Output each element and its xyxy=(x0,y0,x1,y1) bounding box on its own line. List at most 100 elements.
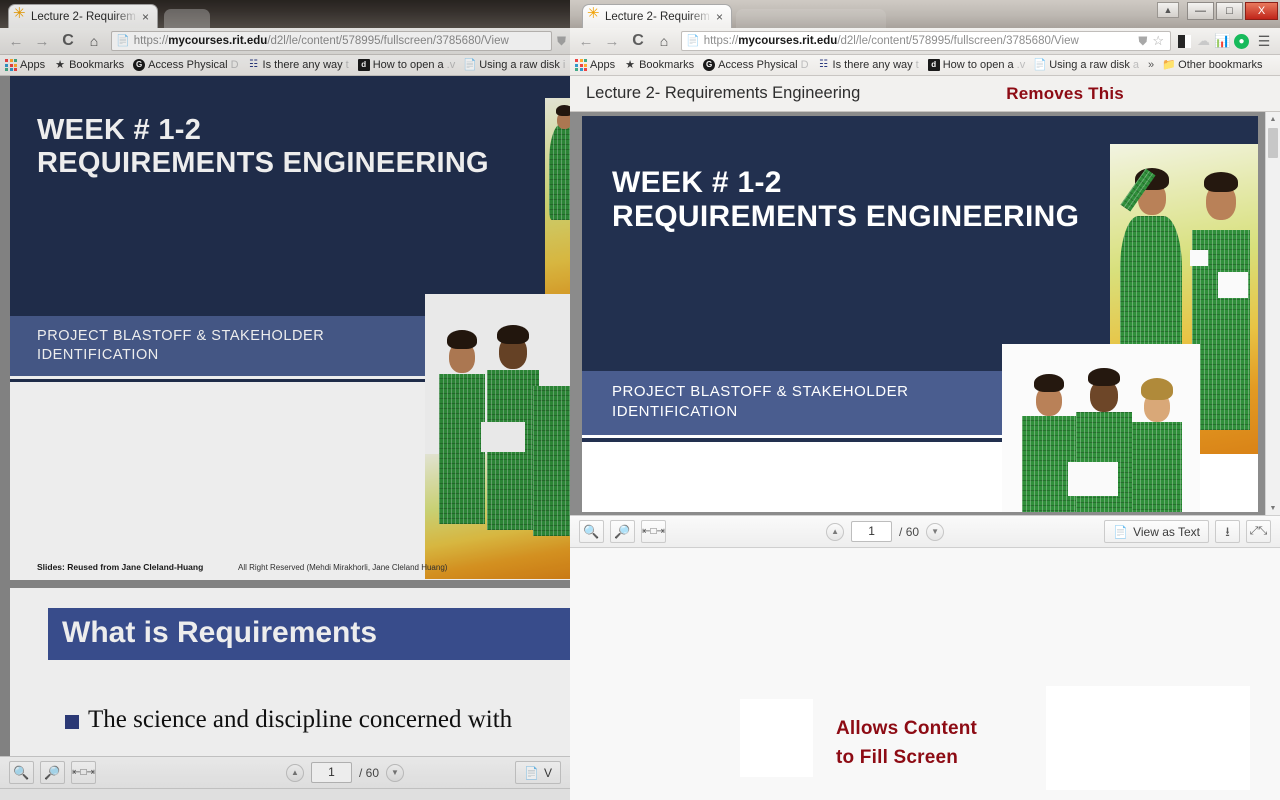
extension-cloud-icon[interactable]: ☁ xyxy=(1195,31,1212,51)
close-icon[interactable]: × xyxy=(142,11,152,23)
left-url-text: https://mycourses.rit.edu/d2l/le/content… xyxy=(133,35,509,47)
page-total-label: / 60 xyxy=(359,765,380,780)
pdf-vertical-scrollbar[interactable]: ▲ ▼ xyxy=(1265,112,1280,515)
zoom-out-icon[interactable]: 🔍 xyxy=(579,520,604,543)
minimize-button[interactable]: — xyxy=(1187,2,1214,20)
bookmark-access-physical[interactable]: G Access Physical D xyxy=(133,59,239,71)
page-up-button[interactable]: ▲ xyxy=(826,522,845,541)
zoom-in-icon[interactable]: 🔎 xyxy=(610,520,635,543)
zoom-in-icon[interactable]: 🔎 xyxy=(40,761,65,784)
bookmark-how-to-open[interactable]: d How to open a .v xyxy=(927,59,1025,71)
back-icon[interactable]: ← xyxy=(574,30,598,52)
left-tabstrip: Lecture 2- Requirem × xyxy=(0,0,570,28)
maximize-button[interactable]: □ xyxy=(1216,2,1243,20)
text-document-icon: 📄 xyxy=(524,765,539,780)
slide-1-title: WEEK # 1-2 REQUIREMENTS ENGINEERING xyxy=(37,114,489,180)
left-bottom-filler xyxy=(0,789,570,800)
text-document-icon: 📄 xyxy=(1113,524,1129,539)
left-toolbar-pager: ▲ 1 / 60 ▼ xyxy=(96,762,515,783)
page-number-input[interactable]: 1 xyxy=(851,521,893,542)
close-icon[interactable]: × xyxy=(716,11,726,23)
fullscreen-icon[interactable]: ⤢⤡ xyxy=(1246,520,1271,543)
chrome-circle-icon: G xyxy=(703,59,716,71)
bookmark-using-raw-disk[interactable]: 📄 Using a raw disk a xyxy=(1033,58,1139,71)
right-browser-tab[interactable]: Lecture 2- Requirem × xyxy=(582,4,732,28)
right-tab-title: Lecture 2- Requirem xyxy=(605,10,710,23)
right-pdf-toolbar: 🔍 🔎 ⇤□⇥ ▲ 1 / 60 ▼ 📄 View as Text ⭳ ⤢⤡ xyxy=(570,515,1280,548)
right-bookmarks-bar: Apps ★ Bookmarks G Access Physical D ☷ I… xyxy=(570,55,1280,76)
left-toolbar-right-group: 📄 V xyxy=(515,761,570,784)
bookmark-apps[interactable]: Apps xyxy=(575,59,615,71)
scroll-down-arrow-icon[interactable]: ▼ xyxy=(1266,501,1280,515)
apps-grid-icon xyxy=(5,59,17,71)
extension-green-circle-icon[interactable]: ● xyxy=(1233,31,1250,51)
left-pdf-area[interactable]: WEEK # 1-2 REQUIREMENTS ENGINEERING PROJ… xyxy=(0,76,570,756)
apps-grid-icon xyxy=(575,59,587,71)
slide-1-footer-left: Slides: Reused from Jane Cleland-Huang xyxy=(37,562,204,572)
page-down-button[interactable]: ▼ xyxy=(386,763,405,782)
fit-width-icon[interactable]: ⇤□⇥ xyxy=(71,761,96,784)
slide-2-title: What is Requirements xyxy=(62,616,378,649)
close-window-button[interactable]: X xyxy=(1245,2,1278,20)
left-tab-title: Lecture 2- Requirem xyxy=(31,10,136,23)
download-icon[interactable]: ⭳ xyxy=(1215,520,1240,543)
bookmark-is-there-any-way[interactable]: ☷ Is there any way t xyxy=(818,59,919,71)
right-background-tab-ghost[interactable] xyxy=(736,9,886,28)
home-icon[interactable]: ⌂ xyxy=(652,30,676,52)
other-bookmarks-folder[interactable]: 📁 Other bookmarks xyxy=(1162,58,1262,71)
bookmark-how-to-open[interactable]: d How to open a .v xyxy=(357,59,455,71)
bookmark-bookmarks[interactable]: ★ Bookmarks xyxy=(54,59,124,71)
scrollbar-thumb[interactable] xyxy=(1268,128,1278,158)
bookmark-apps[interactable]: Apps xyxy=(5,59,45,71)
page-down-button[interactable]: ▼ xyxy=(926,522,945,541)
bookmark-bookmarks[interactable]: ★ Bookmarks xyxy=(624,59,694,71)
forward-icon[interactable]: → xyxy=(30,30,54,52)
blank-box-left xyxy=(740,699,813,777)
right-titlebar: Lecture 2- Requirem × ▲ — □ X xyxy=(570,0,1280,28)
document-title: Lecture 2- Requirements Engineering xyxy=(586,84,861,102)
view-as-text-button[interactable]: 📄 V xyxy=(515,761,561,784)
right-address-bar[interactable]: 📄 https://mycourses.rit.edu/d2l/le/conte… xyxy=(681,31,1171,51)
left-navbar: ← → C ⌂ 📄 https://mycourses.rit.edu/d2l/… xyxy=(0,28,570,55)
chrome-menu-icon[interactable]: ☰ xyxy=(1252,30,1276,52)
restore-up-icon[interactable]: ▲ xyxy=(1157,2,1179,18)
window-controls: ▲ — □ X xyxy=(1157,2,1278,20)
left-address-bar[interactable]: 📄 https://mycourses.rit.edu/d2l/le/conte… xyxy=(111,31,552,51)
slide-1-subtitle: PROJECT BLASTOFF & STAKEHOLDER IDENTIFIC… xyxy=(37,328,325,364)
extension-chart-icon[interactable]: 📊 xyxy=(1214,31,1231,51)
reload-icon[interactable]: C xyxy=(626,30,650,52)
extension-black-square-icon[interactable] xyxy=(1176,31,1193,51)
left-browser-tab[interactable]: Lecture 2- Requirem × xyxy=(8,4,158,28)
reload-icon[interactable]: C xyxy=(56,30,80,52)
scroll-up-arrow-icon[interactable]: ▲ xyxy=(1266,112,1280,126)
back-icon[interactable]: ← xyxy=(4,30,28,52)
shield-icon[interactable]: ⛊ xyxy=(1138,34,1147,49)
shield-icon[interactable]: ⛊ xyxy=(557,34,566,49)
slide-2-bullet-1: The science and discipline concerned wit… xyxy=(88,706,513,733)
fit-width-icon[interactable]: ⇤□⇥ xyxy=(641,520,666,543)
document-icon: 📄 xyxy=(1033,58,1048,71)
chrome-circle-icon: G xyxy=(133,59,146,71)
view-as-text-button[interactable]: 📄 View as Text xyxy=(1104,520,1209,543)
zoom-out-icon[interactable]: 🔍 xyxy=(9,761,34,784)
forward-icon[interactable]: → xyxy=(600,30,624,52)
bookmark-using-raw-disk[interactable]: 📄 Using a raw disk i xyxy=(463,59,565,71)
slide-1-photo-group xyxy=(425,294,570,579)
bookmarks-overflow-icon[interactable]: » xyxy=(1148,59,1154,71)
right-pdf-area[interactable]: WEEK # 1-2 REQUIREMENTS ENGINEERING PROJ… xyxy=(570,112,1280,515)
left-new-tab-ghost[interactable] xyxy=(164,9,210,28)
left-content: WEEK # 1-2 REQUIREMENTS ENGINEERING PROJ… xyxy=(0,76,570,800)
right-slide-1: WEEK # 1-2 REQUIREMENTS ENGINEERING PROJ… xyxy=(582,116,1258,512)
slide-photo-group xyxy=(1002,344,1200,512)
page-up-button[interactable]: ▲ xyxy=(286,763,304,782)
d2l-icon: d xyxy=(927,59,940,71)
bookmark-access-physical[interactable]: G Access Physical D xyxy=(703,59,809,71)
page-document-icon: 📄 xyxy=(116,34,130,47)
home-icon[interactable]: ⌂ xyxy=(82,30,106,52)
page-number-input[interactable]: 1 xyxy=(311,762,352,783)
bookmark-is-there-any-way[interactable]: ☷ Is there any way t xyxy=(248,59,349,71)
screenshot-root: Lecture 2- Requirem × ← → C ⌂ 📄 https://… xyxy=(0,0,1280,800)
slide-2-bullet-marker xyxy=(65,715,79,729)
bookmark-star-icon[interactable]: ☆ xyxy=(1152,33,1164,49)
folder-icon: 📁 xyxy=(1162,58,1177,71)
